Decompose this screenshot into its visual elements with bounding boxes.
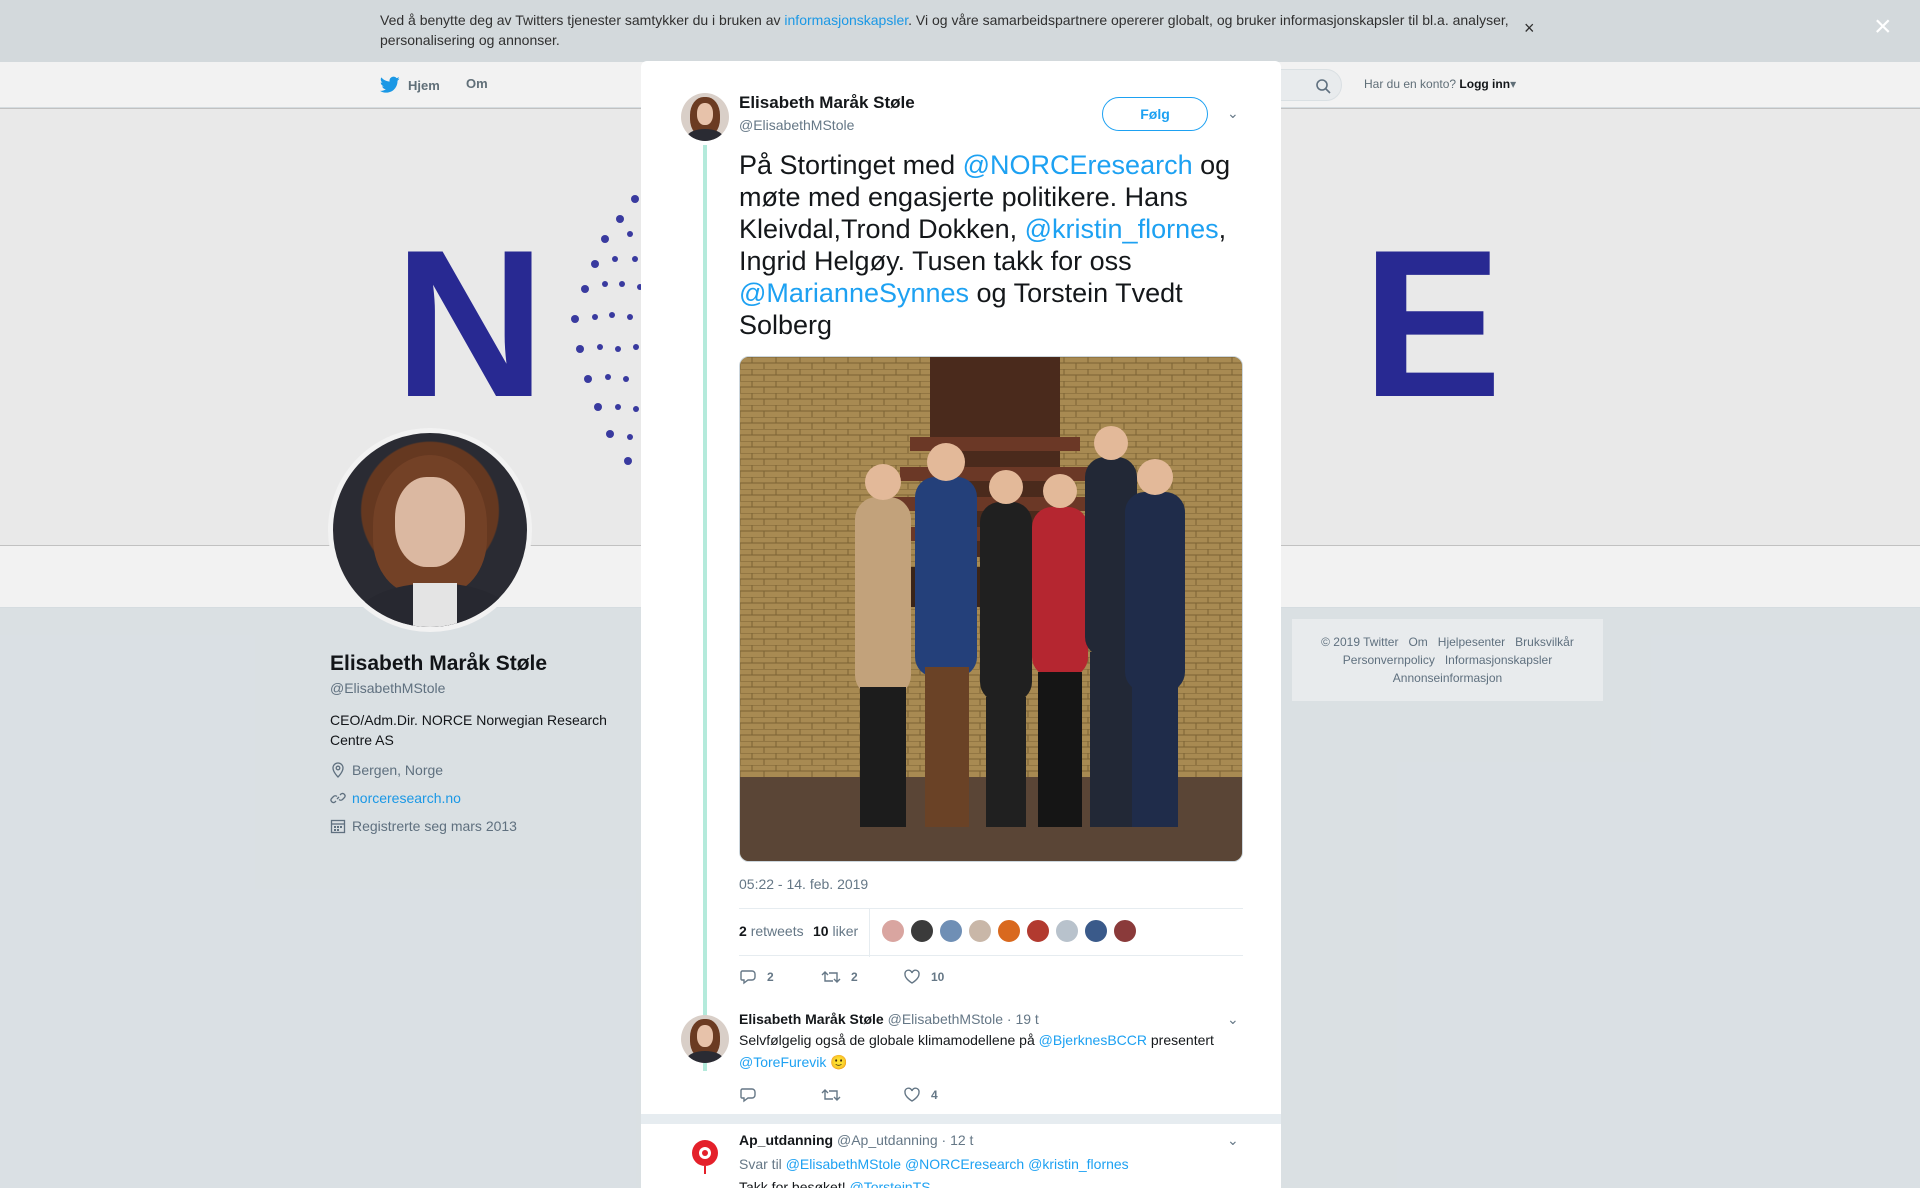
mention-link[interactable]: @ToreFurevik [739,1054,826,1070]
reply-author-handle[interactable]: @Ap_utdanning [837,1132,938,1148]
retweets-label: retweets [750,923,804,939]
like-button[interactable]: 4 [903,1087,985,1103]
reply-header: Elisabeth Maråk Støle @ElisabethMStole ·… [739,1011,1039,1027]
reply-count: 2 [767,970,774,984]
reply-author-name[interactable]: Ap_utdanning [739,1132,833,1148]
mention-link[interactable]: @kristin_flornes [1028,1156,1129,1172]
reply-author-name[interactable]: Elisabeth Maråk Støle [739,1011,884,1027]
stats-divider [869,909,870,957]
reply-text: Takk for besøket! @TorsteinTS [739,1176,1239,1188]
reply-to-line: Svar til @ElisabethMStole @NORCEresearch… [739,1156,1129,1172]
mention-link[interactable]: @kristin_flornes [1025,214,1219,244]
mention-link[interactable]: @MarianneSynnes [739,278,969,308]
liker-avatar[interactable] [1113,919,1137,943]
rose-icon [692,1140,718,1174]
mention-link[interactable]: @NORCEresearch [963,150,1193,180]
mention-link[interactable]: @NORCEresearch [905,1156,1024,1172]
tweet-photo[interactable] [739,356,1243,862]
retweet-icon [821,971,841,983]
reply-menu-chevron-icon[interactable]: ⌄ [1227,1132,1239,1149]
retweets-count: 2 [739,923,747,939]
reply-header: Ap_utdanning @Ap_utdanning · 12 t [739,1132,973,1148]
tweet-timestamp[interactable]: 05:22 - 14. feb. 2019 [739,876,868,892]
like-count: 10 [931,970,945,984]
heart-icon [904,1087,920,1102]
tweet-text-part: På Stortinget med [739,150,963,180]
avatar-face [697,103,713,125]
avatar-face [697,1025,713,1047]
liker-avatar[interactable] [939,919,963,943]
liker-avatar[interactable] [1055,919,1079,943]
likes-label: liker [832,923,859,939]
avatar-body [687,1051,723,1063]
reply-to-label: Svar til [739,1156,782,1172]
tweet-author-avatar[interactable] [681,93,729,141]
mention-link[interactable]: @BjerknesBCCR [1039,1032,1147,1048]
liker-avatar[interactable] [910,919,934,943]
group-photo-illustration [740,357,1242,861]
tweet-menu-chevron-icon[interactable]: ⌄ [1227,105,1239,122]
twitter-profile-page: Ved å benytte deg av Twitters tjenester … [0,0,1920,1188]
tweet-actions: 2 2 10 [739,969,985,985]
reply-text-part: Takk for besøket! [739,1179,850,1188]
retweet-button[interactable] [821,1087,903,1103]
reply-text-part: Selvfølgelig også de globale klimamodell… [739,1032,1039,1048]
reply-text-part: presentert [1147,1032,1214,1048]
tweet-author-name[interactable]: Elisabeth Maråk Støle [739,93,915,113]
liker-avatar[interactable] [1026,919,1050,943]
liker-avatar[interactable] [997,919,1021,943]
reply-time[interactable]: · 19 t [1007,1011,1039,1027]
liker-avatar[interactable] [881,919,905,943]
liker-avatars [881,919,1137,943]
liker-avatar[interactable] [1084,919,1108,943]
liker-avatar[interactable] [968,919,992,943]
close-icon[interactable]: × [1874,12,1892,42]
retweet-icon [821,1089,841,1101]
tweet-author-handle[interactable]: @ElisabethMStole [739,117,854,133]
retweet-count: 2 [851,970,858,984]
tweet-stats: 2 retweets 10 liker [739,908,1243,957]
reply-divider [641,1114,1281,1124]
reply-icon [740,970,756,985]
tweet-text: På Stortinget med @NORCEresearch og møte… [739,149,1249,341]
reply-time[interactable]: · 12 t [942,1132,974,1148]
reply-button[interactable]: 2 [739,969,821,985]
mention-link[interactable]: @TorsteinTS [849,1179,930,1188]
follow-button[interactable]: Følg [1102,97,1208,131]
ap-rose-logo-icon[interactable] [681,1133,729,1181]
like-count: 4 [931,1088,938,1102]
mention-link[interactable]: @ElisabethMStole [786,1156,901,1172]
tweet-modal: Elisabeth Maråk Støle @ElisabethMStole F… [641,61,1281,1188]
thread-line [703,145,707,1071]
reply-author-avatar[interactable] [681,1015,729,1063]
likes-count: 10 [813,923,829,939]
like-button[interactable]: 10 [903,969,985,985]
retweets-stat[interactable]: 2 retweets [739,923,804,939]
reply-author-handle[interactable]: @ElisabethMStole [888,1011,1003,1027]
avatar-body [687,129,723,141]
reply-icon [740,1088,756,1103]
likes-stat[interactable]: 10 liker [813,923,858,939]
retweet-button[interactable]: 2 [821,969,903,985]
reply-text: Selvfølgelig også de globale klimamodell… [739,1029,1239,1073]
reply-button[interactable] [739,1087,821,1103]
reply-actions: 4 [739,1087,985,1103]
heart-icon [904,969,920,984]
reply-menu-chevron-icon[interactable]: ⌄ [1227,1011,1239,1028]
reply-text-part: 🙂 [826,1054,848,1070]
